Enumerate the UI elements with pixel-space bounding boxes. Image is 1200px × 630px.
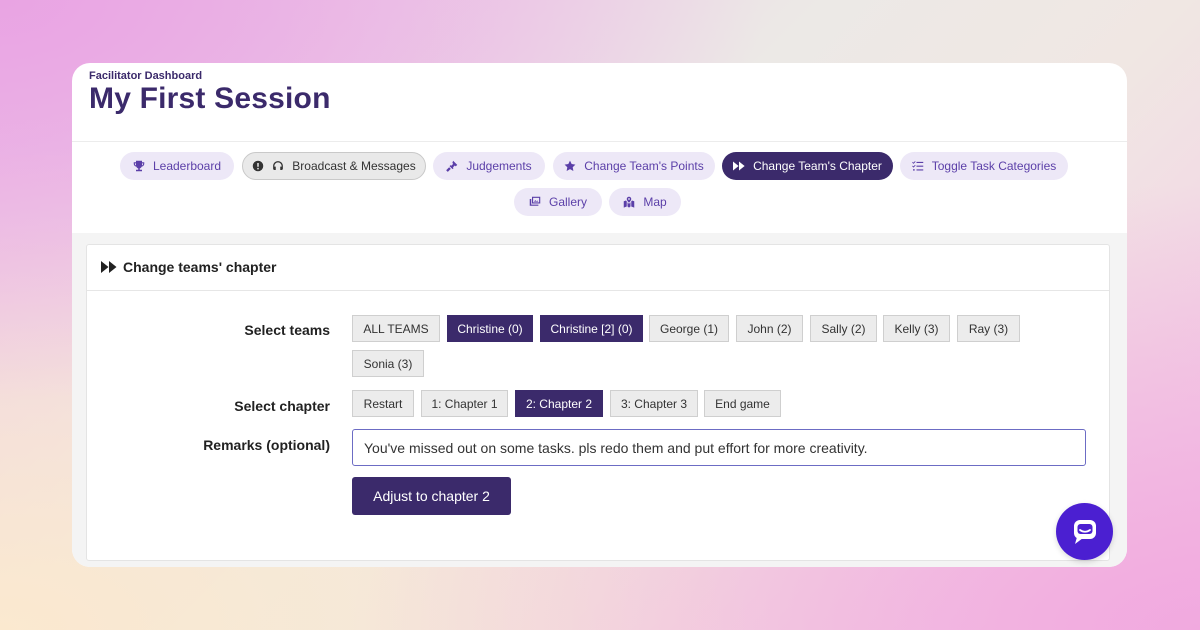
team-christine-button[interactable]: Christine (0) xyxy=(447,315,533,342)
nav-leaderboard-button[interactable]: Leaderboard xyxy=(120,152,234,180)
nav-gallery-button[interactable]: Gallery xyxy=(514,188,602,216)
gavel-icon xyxy=(446,160,458,172)
page-title: My First Session xyxy=(89,82,331,115)
map-icon xyxy=(624,196,635,208)
team-sally-button[interactable]: Sally (2) xyxy=(810,315,877,342)
chapter-restart-button[interactable]: Restart xyxy=(352,390,414,417)
star-icon xyxy=(564,160,576,171)
nav-broadcast-button[interactable]: Broadcast & Messages xyxy=(242,152,426,180)
chat-bubble-icon xyxy=(1073,519,1096,544)
chapter-3-button[interactable]: 3: Chapter 3 xyxy=(610,390,698,417)
team-all-button[interactable]: ALL TEAMS xyxy=(352,315,440,342)
fast-forward-icon xyxy=(733,161,745,171)
team-kelly-button[interactable]: Kelly (3) xyxy=(883,315,950,342)
fast-forward-icon xyxy=(101,261,117,273)
nav-change-chapter-label: Change Team's Chapter xyxy=(753,159,882,173)
nav-toggle-categories-button[interactable]: Toggle Task Categories xyxy=(900,152,1068,180)
nav-judgements-button[interactable]: Judgements xyxy=(433,152,545,180)
checklist-icon xyxy=(911,161,923,171)
remarks-label: Remarks (optional) xyxy=(203,437,330,453)
chapter-end-game-button[interactable]: End game xyxy=(704,390,781,417)
panel-title: Change teams' chapter xyxy=(123,259,277,275)
nav-broadcast-label: Broadcast & Messages xyxy=(292,159,416,173)
nav-change-chapter-button[interactable]: Change Team's Chapter xyxy=(722,152,893,180)
nav-change-points-label: Change Team's Points xyxy=(584,159,704,173)
nav-map-button[interactable]: Map xyxy=(609,188,681,216)
select-teams-label: Select teams xyxy=(244,322,330,338)
headset-icon xyxy=(273,161,284,170)
team-john-button[interactable]: John (2) xyxy=(736,315,803,342)
team-ray-button[interactable]: Ray (3) xyxy=(957,315,1020,342)
nav-map-label: Map xyxy=(643,195,667,209)
panel-title-row: Change teams' chapter xyxy=(101,259,277,275)
dashboard-subtitle: Facilitator Dashboard xyxy=(89,70,203,82)
images-icon xyxy=(529,196,541,206)
nav-toggle-categories-label: Toggle Task Categories xyxy=(931,159,1057,173)
chapter-2-button[interactable]: 2: Chapter 2 xyxy=(515,390,603,417)
chapter-1-button[interactable]: 1: Chapter 1 xyxy=(421,390,508,417)
team-george-button[interactable]: George (1) xyxy=(649,315,729,342)
remarks-input[interactable] xyxy=(352,429,1086,466)
header: Facilitator Dashboard My First Session xyxy=(72,63,1127,142)
nav-change-points-button[interactable]: Change Team's Points xyxy=(553,152,715,180)
nav-leaderboard-label: Leaderboard xyxy=(152,159,222,173)
nav-judgements-label: Judgements xyxy=(466,159,532,173)
trophy-icon xyxy=(133,160,145,172)
nav-bar: Leaderboard Broadcast & Messages Judgeme… xyxy=(72,142,1127,232)
adjust-chapter-button[interactable]: Adjust to chapter 2 xyxy=(352,477,511,515)
team-christine-2-button[interactable]: Christine [2] (0) xyxy=(540,315,643,342)
nav-gallery-label: Gallery xyxy=(548,195,587,209)
chat-button[interactable] xyxy=(1056,503,1113,560)
panel-header: Change teams' chapter xyxy=(87,245,1109,291)
info-icon xyxy=(253,160,264,172)
change-chapter-panel: Change teams' chapter Select teams ALL T… xyxy=(86,244,1110,561)
team-sonia-button[interactable]: Sonia (3) xyxy=(352,350,424,377)
select-chapter-label: Select chapter xyxy=(234,398,330,414)
dashboard-card: Facilitator Dashboard My First Session L… xyxy=(72,63,1127,567)
